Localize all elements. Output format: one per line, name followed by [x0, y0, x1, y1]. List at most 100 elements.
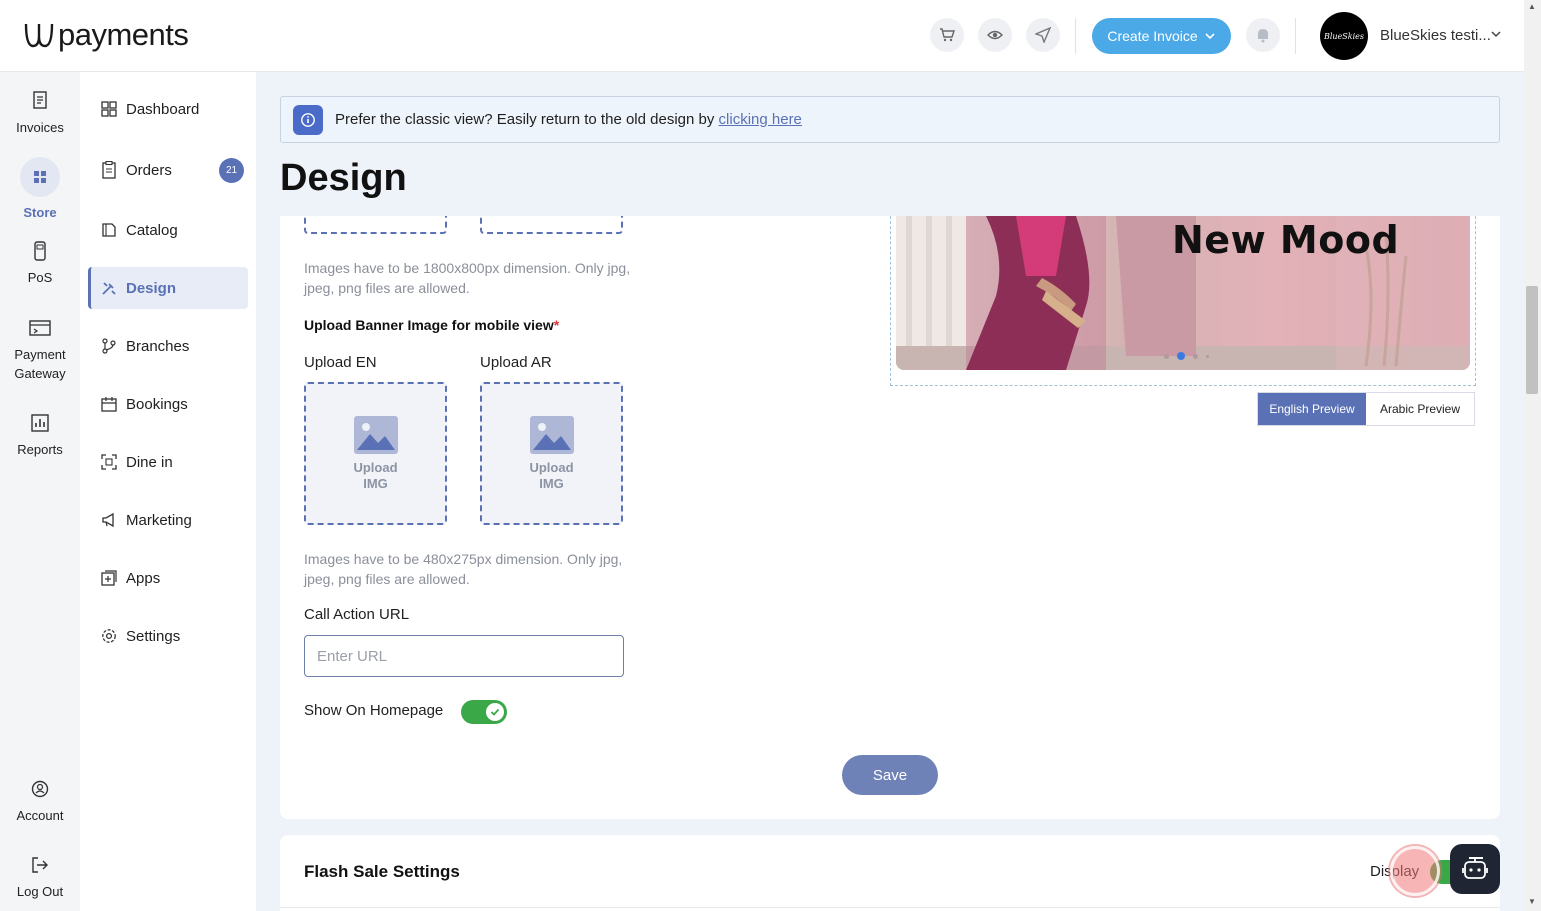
floating-help-button[interactable]: [1390, 846, 1440, 896]
scrollbar-thumb[interactable]: [1526, 286, 1538, 394]
nav-item-marketing[interactable]: Marketing: [88, 499, 248, 541]
show-on-homepage-label: Show On Homepage: [304, 702, 444, 719]
mobile-banner-label-text: Upload Banner Image for mobile view: [304, 317, 554, 333]
upload-ar-label: Upload AR: [480, 354, 552, 371]
cart-icon-button[interactable]: [930, 18, 964, 52]
upload-mobile-en-box[interactable]: Upload IMG: [304, 382, 447, 525]
nav-item-bookings[interactable]: Bookings: [88, 383, 248, 425]
nav-label-bookings: Bookings: [126, 395, 188, 413]
call-action-url-input[interactable]: [304, 635, 624, 677]
scroll-down-arrow[interactable]: ▼: [1526, 897, 1538, 909]
carousel-dot[interactable]: [1164, 353, 1169, 359]
avatar-text: BlueSkies: [1323, 31, 1365, 41]
rail-label-payment-gateway: Payment Gateway: [14, 347, 66, 381]
carousel-dot[interactable]: [1206, 354, 1209, 358]
rail-item-logout[interactable]: Log Out: [0, 854, 80, 901]
upload-desktop-en-box[interactable]: [304, 216, 447, 234]
payment-gateway-icon: [29, 317, 51, 339]
nav-label-design: Design: [126, 279, 177, 297]
account-icon: [29, 778, 51, 800]
tab-arabic-preview[interactable]: Arabic Preview: [1366, 393, 1474, 425]
send-button[interactable]: [1026, 18, 1060, 52]
rail-label-store: Store: [23, 205, 57, 220]
carousel-dot-active[interactable]: [1177, 352, 1185, 360]
nav-item-dashboard[interactable]: Dashboard: [88, 88, 248, 130]
chat-bot-icon: [1462, 857, 1488, 879]
page-title: Design: [280, 157, 407, 199]
banner-preview-image: New Mood: [896, 216, 1470, 370]
rail-item-account[interactable]: Account: [0, 778, 80, 825]
tab-english-preview[interactable]: English Preview: [1258, 393, 1366, 425]
create-invoice-button[interactable]: Create Invoice: [1092, 18, 1231, 54]
send-icon: [1035, 27, 1051, 43]
invoice-icon: [29, 90, 51, 112]
upload-en-label: Upload EN: [304, 354, 377, 371]
orders-count-badge: 21: [219, 158, 244, 183]
avatar[interactable]: BlueSkies: [1320, 12, 1368, 60]
catalog-icon: [100, 221, 118, 239]
rail-label-reports: Reports: [17, 442, 63, 457]
nav-item-apps[interactable]: Apps: [88, 557, 248, 599]
carousel-dots: [1164, 352, 1209, 360]
store-icon: [20, 157, 60, 197]
nav-item-orders[interactable]: Orders 21: [88, 149, 248, 191]
notifications-button[interactable]: [1246, 18, 1280, 52]
nav-item-dine-in[interactable]: Dine in: [88, 441, 248, 483]
logout-icon: [29, 854, 51, 876]
eye-icon: [987, 30, 1003, 40]
rail-label-account: Account: [16, 808, 64, 823]
branches-icon: [100, 337, 118, 355]
chevron-down-icon[interactable]: [1490, 28, 1502, 40]
rail-label-logout: Log Out: [16, 884, 64, 899]
chat-support-button[interactable]: [1450, 844, 1500, 894]
rail-item-pos[interactable]: PoS: [0, 240, 80, 287]
account-name[interactable]: BlueSkies testi...: [1380, 27, 1491, 44]
top-bar: payments Create Invoice BlueSkies BlueSk…: [0, 0, 1524, 72]
rail-item-invoices[interactable]: Invoices: [0, 90, 80, 137]
nav-item-branches[interactable]: Branches: [88, 325, 248, 367]
nav-label-marketing: Marketing: [126, 511, 192, 529]
store-nav: Dashboard Orders 21 Catalog Design Branc…: [80, 72, 256, 911]
dashboard-icon: [100, 100, 118, 118]
upload-img-line2: IMG: [363, 475, 388, 491]
nav-label-settings: Settings: [126, 627, 181, 645]
preview-store-button[interactable]: [978, 18, 1012, 52]
upload-desktop-ar-box[interactable]: [480, 216, 623, 234]
nav-item-settings[interactable]: Settings: [88, 615, 248, 657]
show-on-homepage-toggle[interactable]: [461, 700, 507, 724]
nav-item-design[interactable]: Design: [88, 267, 248, 309]
toggle-knob: [486, 703, 504, 721]
icon-rail: Invoices Store PoS Payment Gateway Repor…: [0, 72, 80, 911]
scrollbar[interactable]: [1524, 0, 1541, 911]
banner-settings-card: Images have to be 1800x800px dimension. …: [280, 216, 1500, 819]
save-button[interactable]: Save: [842, 755, 938, 795]
classic-view-banner: Prefer the classic view? Easily return t…: [280, 96, 1500, 143]
nav-label-apps: Apps: [126, 569, 161, 587]
design-icon: [100, 279, 118, 297]
calendar-icon: [100, 395, 118, 413]
qr-code-icon: [100, 453, 118, 471]
nav-item-catalog[interactable]: Catalog: [88, 209, 248, 251]
nav-label-dine-in: Dine in: [126, 453, 173, 471]
orders-icon: [100, 161, 118, 179]
carousel-dot[interactable]: [1193, 353, 1198, 359]
rail-item-payment-gateway[interactable]: Payment Gateway: [0, 317, 80, 383]
pos-terminal-icon: [29, 240, 51, 262]
banner-message: Prefer the classic view? Easily return t…: [335, 111, 715, 128]
rail-item-store[interactable]: Store: [0, 157, 80, 222]
upload-img-line1: Upload: [353, 459, 398, 475]
nav-label-dashboard: Dashboard: [126, 100, 200, 118]
upload-img-line1: Upload: [529, 459, 574, 475]
nav-label-catalog: Catalog: [126, 221, 178, 239]
image-placeholder-icon: [529, 415, 574, 454]
preview-language-tabs: English Preview Arabic Preview: [1257, 392, 1475, 426]
classic-view-link[interactable]: clicking here: [719, 111, 802, 128]
chevron-down-icon: [1205, 33, 1215, 40]
rail-item-reports[interactable]: Reports: [0, 412, 80, 459]
upload-img-text: Upload IMG: [529, 460, 573, 492]
flash-sale-card: Flash Sale Settings Display: [280, 835, 1500, 911]
upload-mobile-ar-box[interactable]: Upload IMG: [480, 382, 623, 525]
scroll-up-arrow[interactable]: ▲: [1526, 2, 1538, 14]
required-mark: *: [553, 317, 560, 333]
logo[interactable]: payments: [22, 17, 189, 53]
